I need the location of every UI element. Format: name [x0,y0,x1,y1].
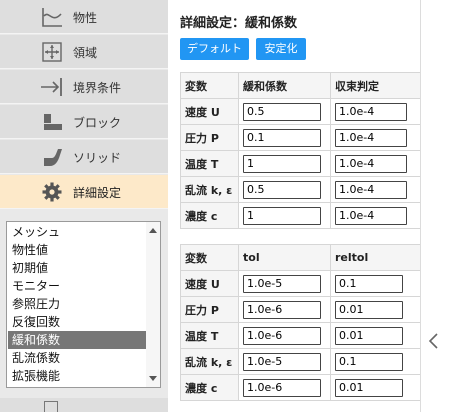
column-header: 収束判定 [330,72,421,99]
sidebar-item-label: 領域 [73,46,98,60]
sidebar: 物性 領域 境界条件 ブロック ソリッド 詳細設定 メッシュ 物性値 初期値 モ… [0,0,168,412]
column-header: 変数 [180,72,239,99]
convergence-input[interactable] [335,206,407,225]
sidebar-item-material[interactable]: 物性 [0,0,168,34]
stabilize-button[interactable]: 安定化 [256,38,306,60]
table-header-row: 変数 緩和係数 収束判定 [180,72,421,99]
sidebar-item-label: ソリッド [73,151,122,165]
sidebar-item-advanced[interactable]: 詳細設定 [0,175,168,209]
row-label: 圧力 P [180,124,239,151]
sidebar-item-label: 詳細設定 [73,186,122,200]
tol-input[interactable] [243,352,321,371]
tol-input[interactable] [243,274,321,293]
relax-factor-input[interactable] [243,128,321,147]
row-label: 速度 U [180,270,239,297]
tolerance-table: 変数 tol reltol 速度 U 圧力 P 温度 T 乱流 k, ε 濃度 … [180,244,421,401]
reltol-input[interactable] [335,274,403,293]
sidebar-item-label: 物性 [73,11,98,25]
relax-factor-input[interactable] [243,102,321,121]
column-header: reltol [330,244,421,271]
document-icon [44,401,58,412]
row-label: 濃度 c [180,202,239,229]
column-header: 緩和係数 [238,72,331,99]
sidebar-item-partial[interactable] [0,398,168,412]
sidebar-item-label: 境界条件 [73,81,122,95]
list-item[interactable]: 乱流係数 [8,349,146,367]
gear-icon [42,182,62,202]
table-header-row: 変数 tol reltol [180,244,421,271]
default-button[interactable]: デフォルト [180,38,249,60]
list-scrollbar[interactable] [146,222,160,387]
reltol-input[interactable] [335,326,403,345]
scroll-down-arrow-icon[interactable] [149,376,157,381]
convergence-input[interactable] [335,180,407,199]
curve-graph-icon [42,8,62,27]
sidebar-item-label: ブロック [73,116,122,130]
tol-input[interactable] [243,326,321,345]
relax-factor-input[interactable] [243,206,321,225]
row-label: 速度 U [180,98,239,125]
scroll-up-arrow-icon[interactable] [149,228,157,233]
block-icon [44,114,62,130]
reltol-input[interactable] [335,378,403,397]
table-row: 温度 T [180,150,421,177]
sidebar-item-boundary[interactable]: 境界条件 [0,70,168,104]
move-arrows-icon [42,42,62,62]
convergence-input[interactable] [335,102,407,121]
row-label: 温度 T [180,322,239,349]
row-label: 乱流 k, ε [180,176,239,203]
sidebar-item-solid[interactable]: ソリッド [0,140,168,174]
list-item-selected[interactable]: 緩和係数 [8,331,146,349]
page-title: 詳細設定：緩和係数 [180,16,298,31]
table-row: 圧力 P [180,296,421,323]
tol-input[interactable] [243,378,321,397]
sidebar-item-block[interactable]: ブロック [0,105,168,139]
relax-factor-input[interactable] [243,180,321,199]
column-header: tol [238,244,331,271]
chevron-left-icon[interactable] [427,332,441,350]
list-item[interactable]: メッシュ [8,223,146,241]
convergence-input[interactable] [335,154,407,173]
table-row: 速度 U [180,98,421,125]
row-label: 乱流 k, ε [180,348,239,375]
list-item[interactable]: モニター [8,277,146,295]
table-row: 濃度 c [180,202,421,229]
column-header: 変数 [180,244,239,271]
list-item[interactable]: 物性値 [8,241,146,259]
table-row: 濃度 c [180,374,421,401]
list-item[interactable]: 反復回数 [8,313,146,331]
list-item[interactable]: 参照圧力 [8,295,146,313]
list-item[interactable]: 初期値 [8,259,146,277]
table-row: 速度 U [180,270,421,297]
relax-factor-input[interactable] [243,154,321,173]
table-row: 乱流 k, ε [180,176,421,203]
sidebar-item-domain[interactable]: 領域 [0,35,168,69]
solid-shape-icon [44,149,62,166]
table-row: 圧力 P [180,124,421,151]
table-row: 温度 T [180,322,421,349]
relaxation-table: 変数 緩和係数 収束判定 速度 U 圧力 P 温度 T 乱流 k, ε 濃度 c [180,72,421,229]
row-label: 濃度 c [180,374,239,401]
convergence-input[interactable] [335,128,407,147]
panel-scrollbar[interactable] [420,0,434,412]
table-row: 乱流 k, ε [180,348,421,375]
reltol-input[interactable] [335,300,403,319]
row-label: 圧力 P [180,296,239,323]
list-item[interactable]: 拡張機能 [8,367,146,385]
row-label: 温度 T [180,150,239,177]
reltol-input[interactable] [335,352,403,371]
settings-panel: 詳細設定：緩和係数 デフォルト 安定化 変数 緩和係数 収束判定 速度 U 圧力… [168,0,450,412]
tol-input[interactable] [243,300,321,319]
settings-category-list[interactable]: メッシュ 物性値 初期値 モニター 参照圧力 反復回数 緩和係数 乱流係数 拡張… [6,221,161,388]
arrow-to-wall-icon [41,78,62,96]
